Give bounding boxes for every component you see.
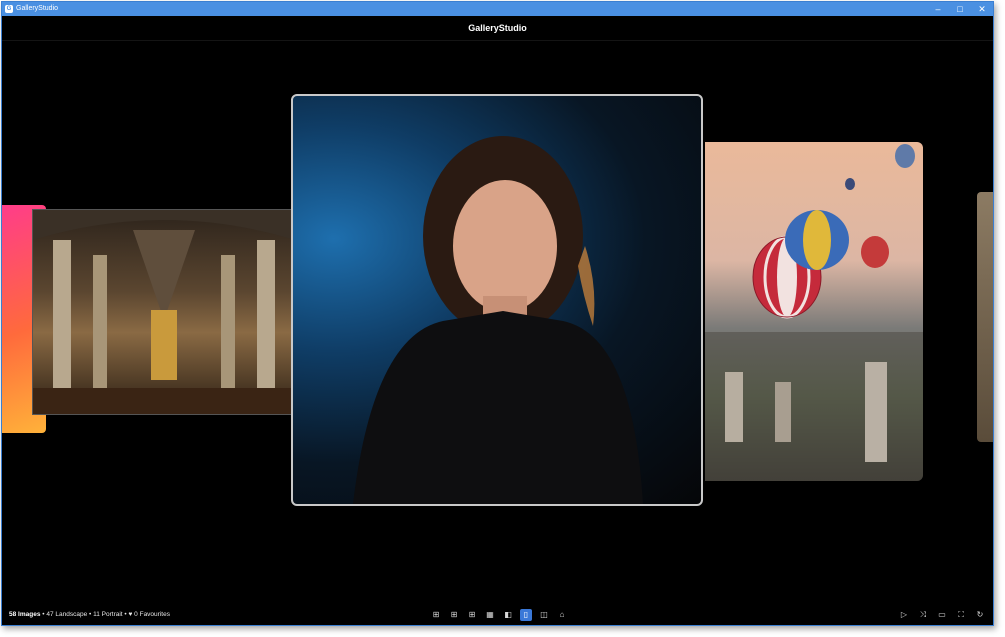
portrait-count: 11 Portrait [93,611,123,618]
folder-icon[interactable]: ⌂ [556,609,568,621]
maximize-button[interactable]: □ [949,2,971,16]
stat-separator: • [89,611,92,618]
page-title: GalleryStudio [2,16,993,41]
portrait-image [353,136,643,504]
playback-toolbar: ▷ ⤨ ▭ ⛶ ↻ [899,609,985,621]
compare-icon[interactable]: ◫ [538,609,550,621]
stat-separator: • [124,611,127,618]
gallery-card-portrait[interactable] [291,94,703,506]
gallery-card-partial[interactable] [977,192,993,442]
play-icon[interactable]: ▷ [899,609,909,621]
refresh-icon[interactable]: ↻ [975,609,985,621]
window-title: GalleryStudio [16,5,59,12]
title-bar: G GalleryStudio – □ ✕ [2,2,993,16]
balloons-image [705,144,923,481]
grid-medium-icon[interactable]: ⊞ [448,609,460,621]
mosaic-icon[interactable]: ▦ [484,609,496,621]
grid-small-icon[interactable]: ⊞ [430,609,442,621]
favourites-count: ♥ 0 Favourites [128,611,170,618]
carousel-icon[interactable]: ▯ [520,609,532,621]
status-bar: 58 Images • 47 Landscape • 11 Portrait •… [2,605,993,625]
view-mode-toolbar: ⊞ ⊞ ⊞ ▦ ◧ ▯ ◫ ⌂ [430,609,568,621]
landscape-count: 47 Landscape [46,611,88,618]
shuffle-icon[interactable]: ⤨ [918,609,928,621]
image-stats: 58 Images • 47 Landscape • 11 Portrait •… [9,605,170,625]
gallery-card-cathedral[interactable] [32,209,296,415]
minimize-button[interactable]: – [927,2,949,16]
app-window: G GalleryStudio – □ ✕ GalleryStudio 58 I… [1,1,994,626]
gallery-card-balloons[interactable] [705,142,923,481]
fullscreen-icon[interactable]: ⛶ [956,609,966,621]
close-button[interactable]: ✕ [971,2,993,16]
slideshow-icon[interactable]: ▭ [937,609,947,621]
stat-separator: • [42,611,45,618]
cathedral-image [33,210,295,414]
single-view-icon[interactable]: ◧ [502,609,514,621]
grid-large-icon[interactable]: ⊞ [466,609,478,621]
app-logo-icon: G [5,5,13,13]
image-count: 58 Images [9,611,41,618]
